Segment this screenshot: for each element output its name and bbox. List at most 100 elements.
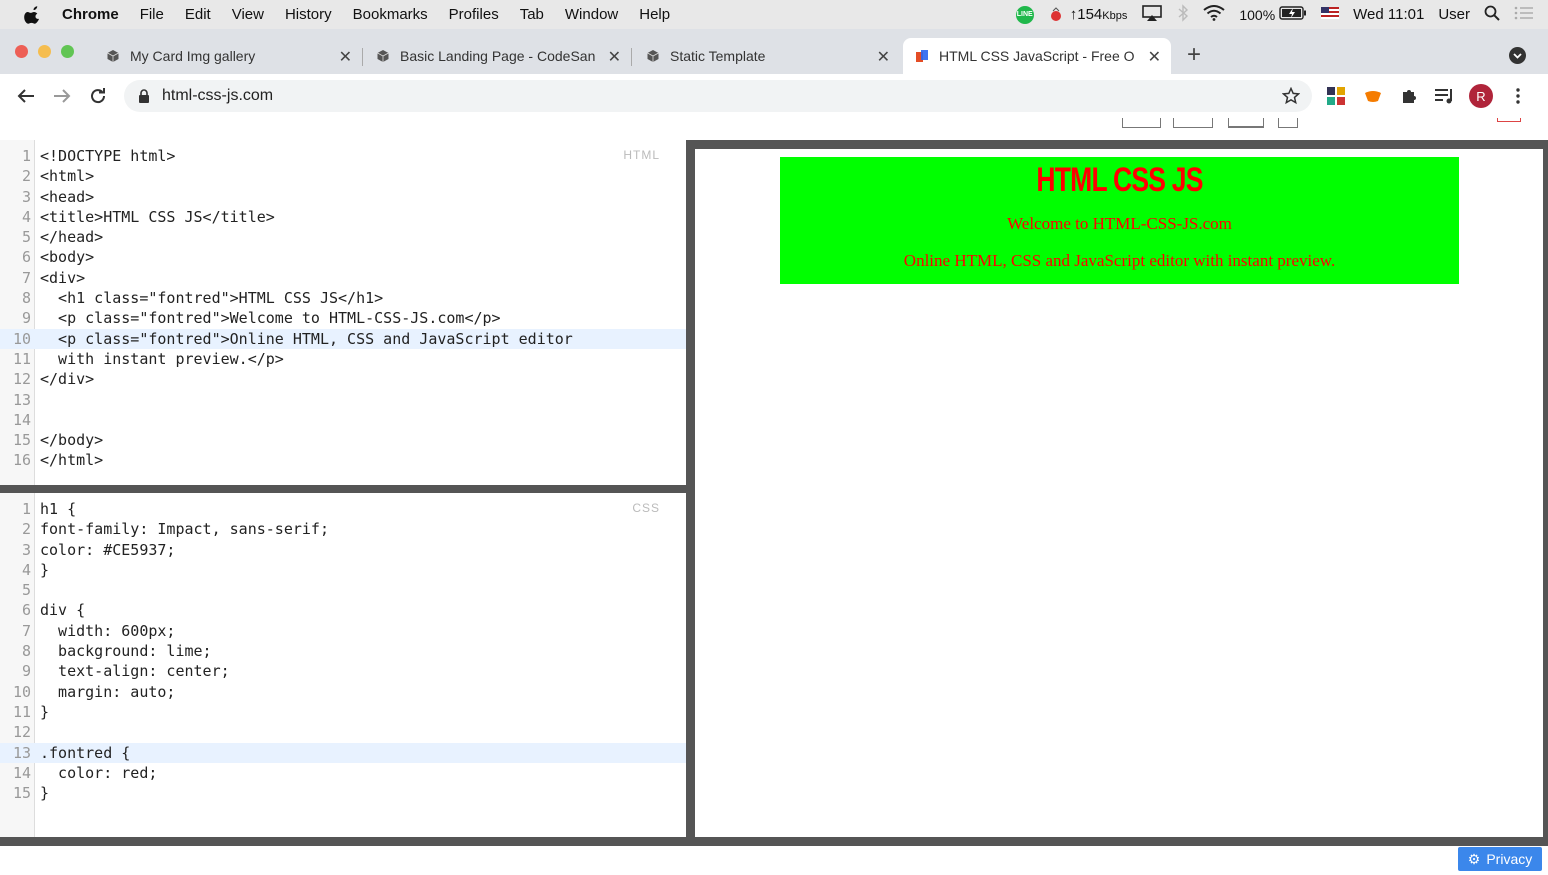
code-line[interactable]: 10 margin: auto; [0, 682, 686, 702]
code-line[interactable]: 12 [0, 722, 686, 742]
apple-logo-icon[interactable] [24, 5, 42, 24]
line-number: 3 [21, 540, 31, 559]
html-editor[interactable]: HTML 1 <!DOCTYPE html> 2 <html> 3 <head> 4 <… [0, 140, 686, 485]
tab-close-icon[interactable]: ✕ [1148, 47, 1161, 67]
menu-window[interactable]: Window [565, 6, 618, 23]
airplay-icon[interactable] [1141, 4, 1163, 26]
code-line[interactable]: 5 </head> [0, 227, 686, 247]
line-app-icon[interactable]: LINE [1015, 5, 1034, 24]
lock-icon[interactable] [138, 89, 150, 103]
extension-orange-icon[interactable] [1362, 85, 1384, 107]
back-arrow-icon[interactable] [13, 83, 39, 109]
code-line[interactable]: 9 text-align: center; [0, 661, 686, 681]
reload-icon[interactable] [85, 83, 111, 109]
code-line-active[interactable]: 10 <p class="fontred">Online HTML, CSS a… [0, 328, 686, 349]
code-line[interactable]: 1 h1 { [0, 499, 686, 519]
code-line[interactable]: 2 font-family: Impact, sans-serif; [0, 519, 686, 539]
menu-tab[interactable]: Tab [520, 6, 544, 23]
code-text: </body> [40, 431, 104, 450]
code-line[interactable]: 13 [0, 390, 686, 410]
tab-static-template[interactable]: Static Template ✕ [636, 38, 900, 74]
forward-arrow-icon[interactable] [49, 83, 75, 109]
code-line[interactable]: 14 color: red; [0, 763, 686, 783]
monitor-layout-icon[interactable] [1228, 118, 1264, 128]
code-line[interactable]: 7 width: 600px; [0, 621, 686, 641]
menu-bookmarks[interactable]: Bookmarks [353, 6, 428, 23]
code-line[interactable]: 7 <div> [0, 268, 686, 288]
tab-html-css-javascript[interactable]: HTML CSS JavaScript - Free O ✕ [903, 38, 1171, 74]
network-speed-value: ↑154 [1069, 6, 1103, 23]
chrome-menu-kebab-icon[interactable] [1507, 85, 1529, 107]
tab-close-icon[interactable]: ✕ [877, 47, 890, 67]
line-number: 8 [21, 642, 31, 661]
preview-top-border [695, 140, 1548, 149]
code-line[interactable]: 3 <head> [0, 187, 686, 207]
code-line[interactable]: 2 <html> [0, 166, 686, 186]
css-editor[interactable]: CSS 1 h1 { 2 font-family: Impact, sans-ser… [0, 493, 686, 838]
code-line[interactable]: 9 <p class="fontred">Welcome to HTML-CSS… [0, 308, 686, 328]
window-close-button[interactable] [15, 45, 28, 58]
line-number: 11 [12, 349, 31, 368]
tab-basic-landing-page[interactable]: Basic Landing Page - CodeSan ✕ [366, 38, 631, 74]
vertical-split-handle[interactable] [686, 140, 695, 839]
fullscreen-layout-icon[interactable] [1278, 118, 1298, 128]
bluetooth-icon[interactable] [1177, 3, 1189, 26]
menu-history[interactable]: History [285, 6, 332, 23]
code-line[interactable]: 4} [0, 560, 686, 580]
os-menubar: Chrome File Edit View History Bookmarks … [0, 0, 1548, 29]
code-line-active[interactable]: 13 .fontred { [0, 742, 686, 763]
code-line[interactable]: 8 background: lime; [0, 641, 686, 661]
spotlight-search-icon[interactable] [1484, 5, 1500, 25]
record-icon[interactable] [1048, 6, 1064, 23]
menu-file[interactable]: File [140, 6, 164, 23]
wifi-icon[interactable] [1203, 4, 1225, 25]
code-line[interactable]: 8 <h1 class="fontred">HTML CSS JS</h1> [0, 288, 686, 308]
window-zoom-button[interactable] [61, 45, 74, 58]
line-number: 9 [21, 662, 31, 681]
extensions-puzzle-icon[interactable] [1398, 85, 1420, 107]
menu-profiles[interactable]: Profiles [449, 6, 499, 23]
preview-pane[interactable]: HTML CSS JS Welcome to HTML-CSS-JS.com O… [695, 149, 1543, 837]
code-line[interactable]: 15 </body> [0, 430, 686, 450]
new-tab-plus-icon[interactable]: + [1187, 41, 1201, 69]
code-line[interactable]: 6 div { [0, 600, 686, 620]
tab-search-icon[interactable] [1509, 47, 1526, 64]
profile-avatar[interactable]: R [1469, 84, 1493, 108]
menu-view[interactable]: View [232, 6, 264, 23]
code-line[interactable]: 3 color: #CE5937; [0, 540, 686, 560]
user-name[interactable]: User [1438, 6, 1470, 23]
code-line[interactable]: 6 <body> [0, 247, 686, 267]
code-lines: 1 <!DOCTYPE html> 2 <html> 3 <head> 4 <title… [0, 146, 686, 471]
reading-list-icon[interactable] [1433, 85, 1455, 107]
code-line[interactable]: 15} [0, 783, 686, 803]
tab-my-card-img-gallery[interactable]: My Card Img gallery ✕ [96, 38, 362, 74]
tab-close-icon[interactable]: ✕ [339, 47, 352, 67]
code-line[interactable]: 4 <title>HTML CSS JS</title> [0, 207, 686, 227]
menu-app-name[interactable]: Chrome [62, 6, 119, 23]
save-share-icon[interactable] [1497, 118, 1521, 122]
menu-edit[interactable]: Edit [185, 6, 211, 23]
code-line[interactable]: 12 </div> [0, 369, 686, 389]
code-line[interactable]: 16 </html> [0, 450, 686, 470]
menu-help[interactable]: Help [639, 6, 670, 23]
window-minimize-button[interactable] [38, 45, 51, 58]
privacy-badge[interactable]: ⚙ Privacy [1458, 847, 1542, 871]
editor-split-handle[interactable] [0, 485, 688, 493]
code-line[interactable]: 11} [0, 702, 686, 722]
notification-center-icon[interactable] [1514, 5, 1534, 25]
clock[interactable]: Wed 11:01 [1353, 6, 1424, 23]
tab-close-icon[interactable]: ✕ [608, 47, 621, 67]
line-number: 11 [12, 702, 31, 721]
battery-icon[interactable] [1279, 5, 1307, 24]
code-line[interactable]: 1 <!DOCTYPE html> [0, 146, 686, 166]
address-bar[interactable]: html-css-js.com [124, 80, 1312, 112]
bookmark-star-icon[interactable] [1280, 85, 1302, 107]
code-line[interactable]: 5 [0, 580, 686, 600]
layout-option-icon[interactable] [1173, 118, 1213, 128]
code-line[interactable]: 14 [0, 410, 686, 430]
code-text: .fontred { [40, 743, 131, 762]
extension-grid-icon[interactable] [1325, 85, 1347, 107]
input-source-flag-icon[interactable] [1321, 6, 1340, 23]
code-line[interactable]: 11 with instant preview.</p> [0, 349, 686, 369]
layout-option-icon[interactable] [1122, 118, 1161, 128]
